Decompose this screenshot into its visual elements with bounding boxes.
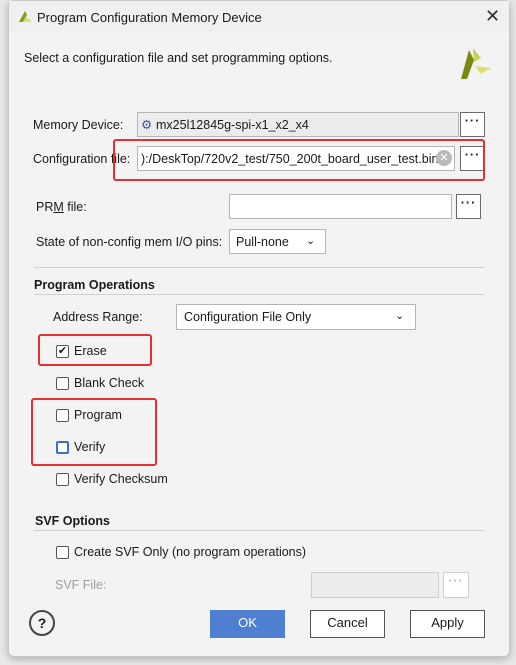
address-range-select[interactable]: Configuration File Only ⌄ (176, 304, 416, 330)
checkbox-box (56, 546, 69, 559)
vivado-logo-icon (19, 11, 32, 22)
chevron-down-icon: ⌄ (306, 235, 316, 247)
prm-file-browse-button[interactable]: ··· (456, 194, 481, 219)
highlight-box (31, 398, 157, 466)
program-config-memory-dialog: Program Configuration Memory Device ✕ Se… (8, 0, 510, 657)
pin-state-select[interactable]: Pull-none ⌄ (229, 229, 326, 254)
memory-device-field: ⚙ mx25l12845g-spi-x1_x2_x4 (137, 112, 459, 137)
prm-file-input[interactable] (229, 194, 452, 219)
cancel-button[interactable]: Cancel (310, 610, 385, 638)
close-icon[interactable]: ✕ (485, 6, 500, 27)
memory-device-label: Memory Device: (33, 118, 124, 132)
program-operations-heading: Program Operations (34, 278, 155, 292)
vivado-brand-logo-icon (461, 48, 491, 79)
highlight-box (38, 334, 152, 366)
highlight-box (113, 139, 485, 181)
chevron-down-icon: ⌄ (395, 310, 405, 322)
ok-button[interactable]: OK (210, 610, 285, 638)
svf-file-browse-button: ··· (443, 572, 469, 598)
svf-file-input (311, 572, 439, 598)
divider (34, 267, 484, 268)
svf-options-heading: SVF Options (35, 514, 110, 528)
svf-file-label: SVF File: (55, 578, 107, 592)
chip-icon: ⚙ (141, 118, 153, 132)
checkbox-box (56, 377, 69, 390)
title-bar: Program Configuration Memory Device ✕ (9, 1, 509, 33)
memory-device-value: mx25l12845g-spi-x1_x2_x4 (156, 118, 309, 132)
pin-state-value: Pull-none (236, 235, 289, 249)
dialog-title: Program Configuration Memory Device (37, 10, 262, 25)
address-range-label: Address Range: (53, 310, 143, 324)
description: Select a configuration file and set prog… (24, 51, 333, 65)
apply-button[interactable]: Apply (410, 610, 485, 638)
help-icon[interactable]: ? (29, 610, 55, 636)
pin-state-label: State of non-config mem I/O pins: (36, 235, 223, 249)
divider (34, 294, 484, 295)
divider (34, 530, 484, 531)
memory-device-browse-button[interactable]: ··· (460, 112, 485, 137)
prm-file-label: PRM file: (36, 200, 87, 214)
address-range-value: Configuration File Only (184, 310, 312, 324)
checkbox-box (56, 473, 69, 486)
